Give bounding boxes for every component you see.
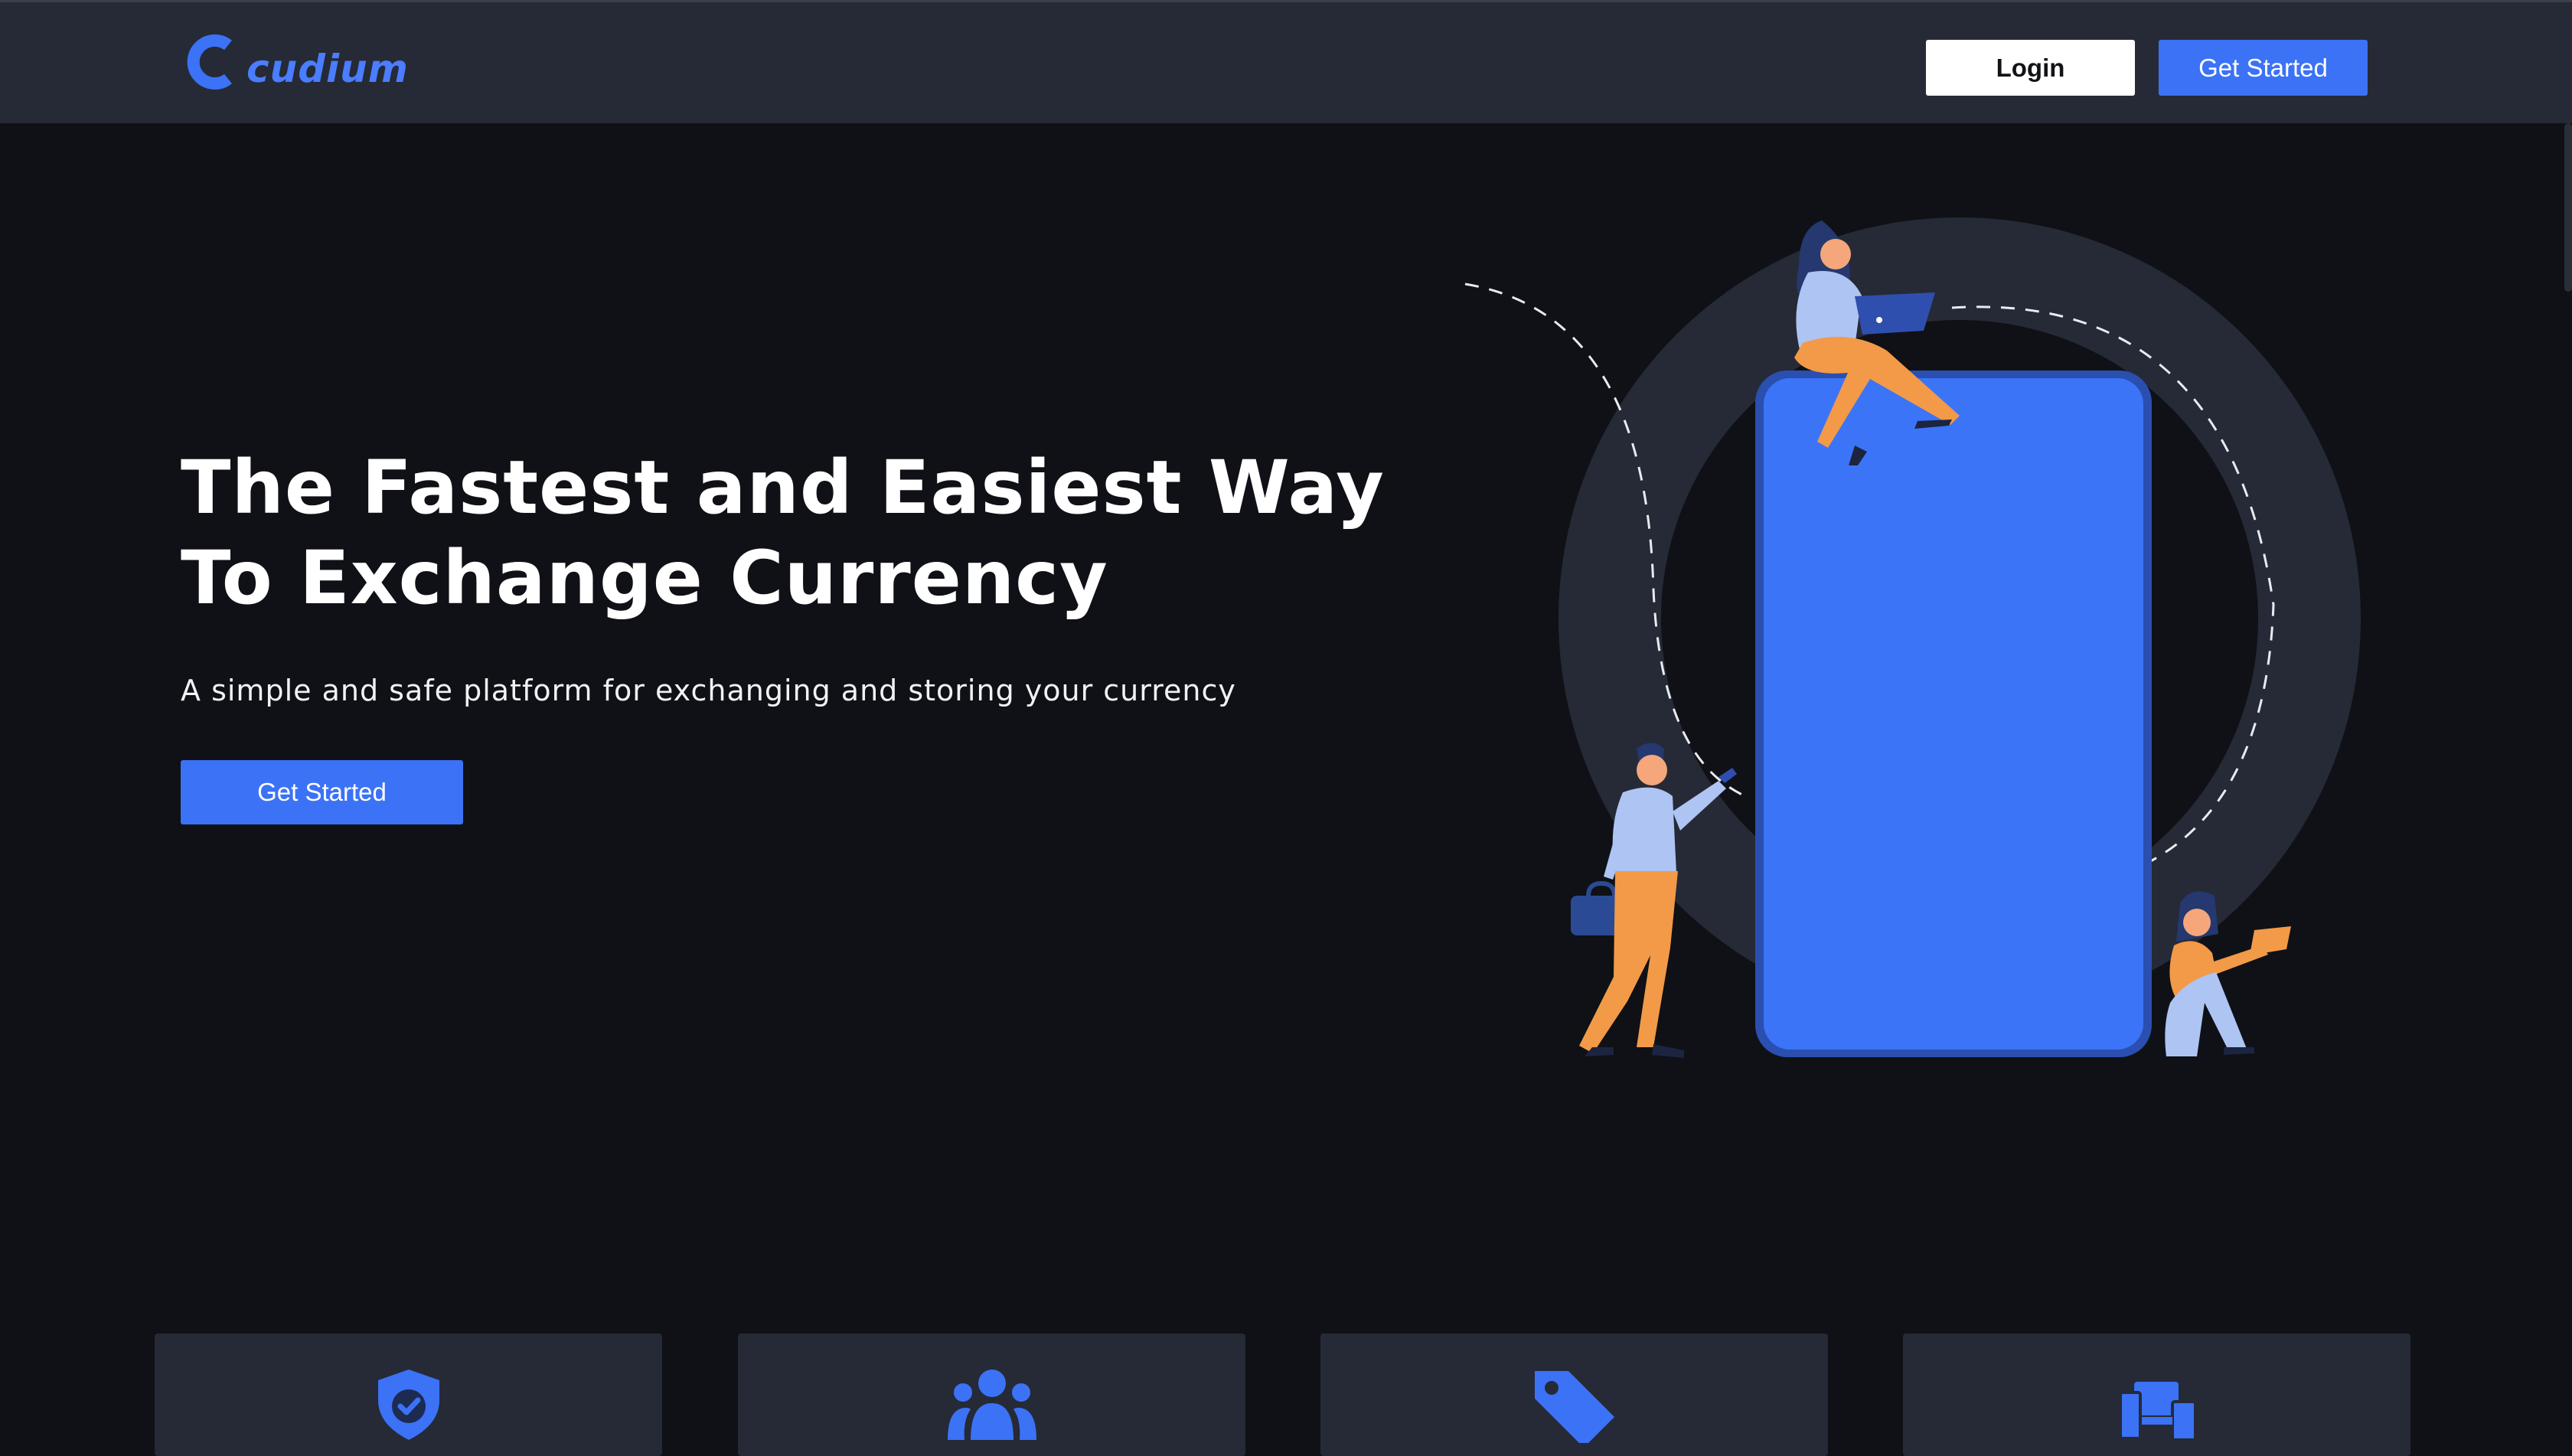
users-icon: [946, 1366, 1038, 1443]
feature-card-security: [155, 1334, 662, 1456]
cudium-logo-mark-icon: [187, 34, 233, 90]
hero-illustration: [1454, 207, 2388, 1072]
nav-get-started-button[interactable]: Get Started: [2159, 40, 2368, 96]
top-navbar: cudium Login Get Started: [0, 0, 2572, 123]
shield-check-icon: [363, 1366, 455, 1443]
cudium-logo[interactable]: cudium: [181, 31, 410, 93]
hero-subtitle: A simple and safe platform for exchangin…: [181, 674, 1236, 707]
page-scrollbar[interactable]: [2564, 123, 2572, 292]
devices-icon: [2111, 1366, 2203, 1443]
feature-card-pricing: [1320, 1334, 1828, 1456]
hero-title: The Fastest and Easiest Way To Exchange …: [181, 445, 1385, 621]
hero-get-started-button[interactable]: Get Started: [181, 760, 463, 824]
feature-cards: [0, 1334, 2572, 1456]
feature-card-devices: [1903, 1334, 2410, 1456]
phone-screen: [1764, 378, 2143, 1050]
tag-icon: [1529, 1366, 1621, 1443]
feature-card-community: [738, 1334, 1245, 1456]
brand-name: cudium: [246, 47, 409, 91]
login-button[interactable]: Login: [1926, 40, 2135, 96]
